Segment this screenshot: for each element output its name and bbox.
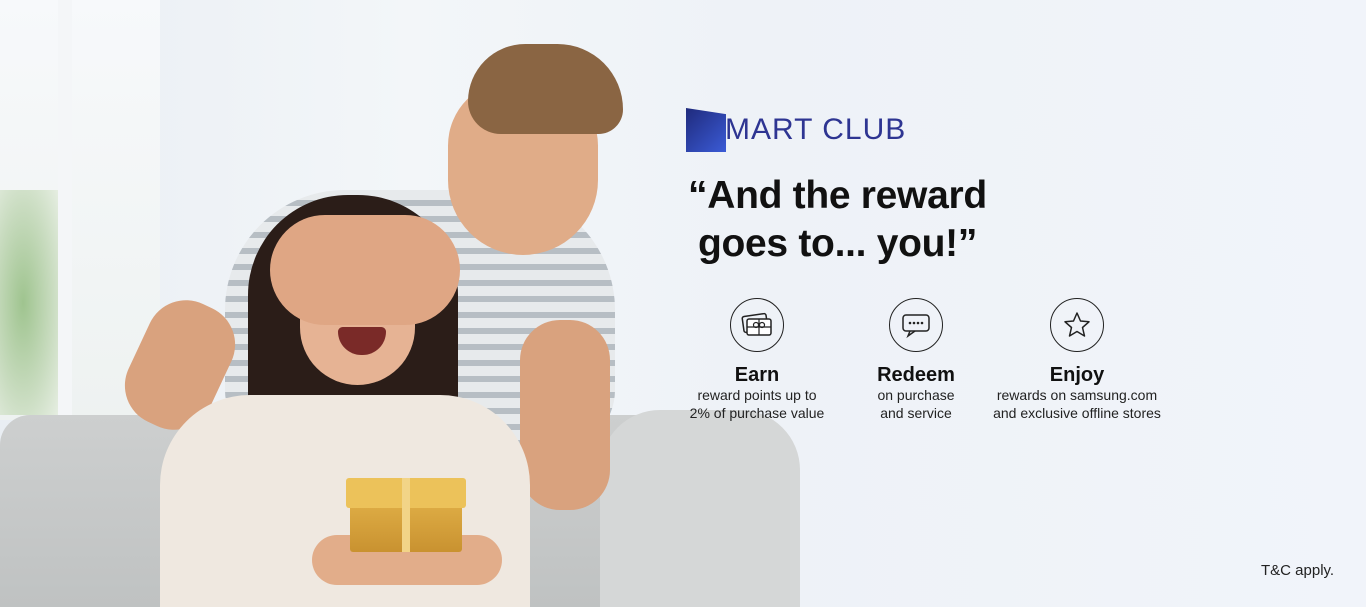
promo-banner[interactable]: SMART CLUB “And the reward goes to... yo… [0, 0, 1366, 607]
gift-card-icon [730, 298, 784, 352]
feature-title: Enjoy [1049, 364, 1105, 386]
feature-enjoy: Enjoy rewards on samsung.com and exclusi… [982, 298, 1172, 422]
feature-title: Earn [734, 364, 780, 386]
logo-rest: MART CLUB [725, 113, 907, 146]
feature-earn: Earn reward points up to 2% of purchase … [682, 298, 832, 422]
feature-desc-2: and exclusive offline stores [993, 405, 1161, 421]
logo-mark [686, 108, 726, 152]
man-hair [468, 44, 623, 134]
feature-redeem: Redeem on purchase and service [856, 298, 976, 422]
headline-line-1: “And the reward [688, 174, 987, 217]
gift-card-icon-glyph [741, 312, 772, 336]
feature-title: Redeem [877, 364, 955, 386]
sofa-arm [600, 410, 800, 607]
feature-desc-1: reward points up to [697, 387, 817, 403]
terms-link[interactable]: T&C apply. [1261, 562, 1334, 579]
feature-desc-2: and service [880, 405, 952, 421]
couple-gift-photo [0, 0, 800, 607]
plants-background [0, 190, 58, 415]
window-frame [58, 0, 72, 420]
chat-bubble-icon [889, 298, 943, 352]
gift-ribbon [402, 478, 410, 552]
smart-club-logo[interactable]: SMART CLUB [686, 108, 906, 152]
covering-hands [270, 215, 460, 325]
feature-desc-1: rewards on samsung.com [996, 387, 1158, 403]
star-icon-glyph [1064, 312, 1090, 337]
feature-desc-1: on purchase [877, 387, 955, 403]
star-icon [1050, 298, 1104, 352]
feature-desc-2: 2% of purchase value [689, 405, 825, 421]
headline-line-2: goes to... you!” [698, 222, 978, 265]
chat-bubble-icon-glyph [902, 314, 930, 339]
man-right-arm [520, 320, 610, 510]
headline: “And the reward goes to... you!” [688, 172, 987, 268]
logo-text: SMART CLUB [704, 113, 906, 147]
